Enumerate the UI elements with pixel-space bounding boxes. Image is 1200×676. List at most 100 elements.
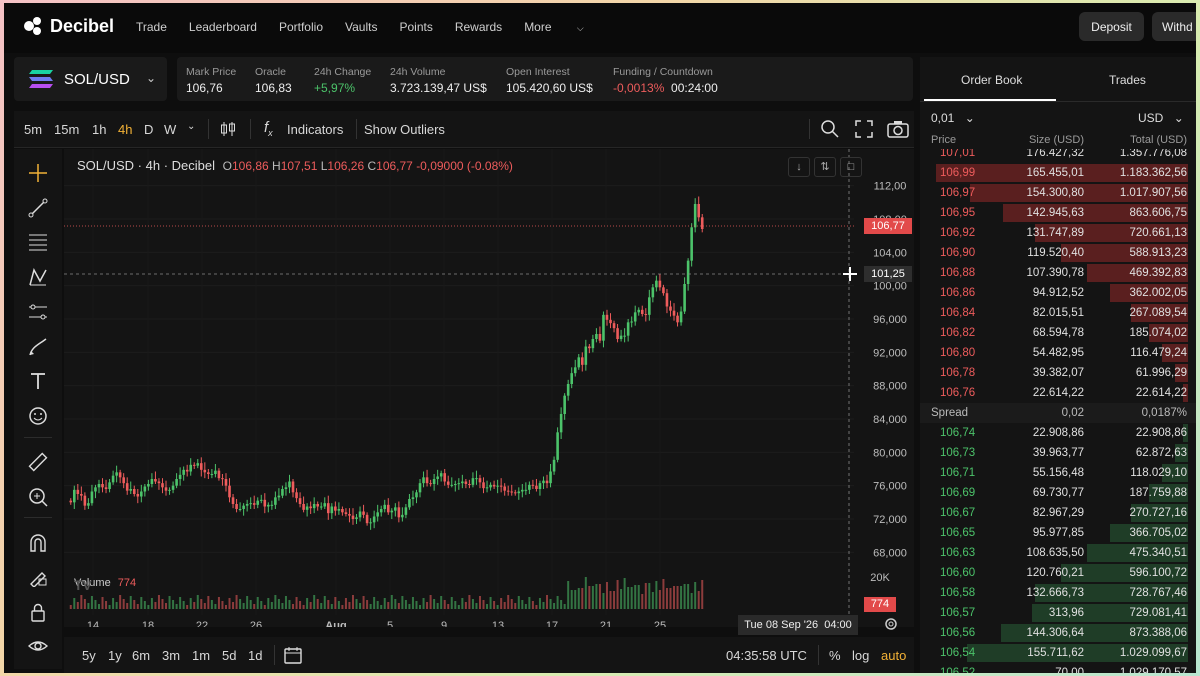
candle-body — [683, 284, 686, 312]
bid-row[interactable]: 106,71 55.156,48 118.029,10 — [920, 463, 1196, 483]
volume-bar — [186, 605, 189, 609]
show-outliers-button[interactable]: Show Outliers — [364, 122, 445, 137]
magnet-icon[interactable] — [28, 533, 48, 553]
range-1y[interactable]: 1y — [108, 648, 122, 663]
volume-bar — [165, 603, 168, 609]
nav-link-rewards[interactable]: Rewards — [455, 20, 502, 34]
range-5d[interactable]: 5d — [222, 648, 236, 663]
y-tick-label: 96,000 — [873, 314, 907, 326]
ask-row[interactable]: 106,97 154.300,80 1.017.907,56 — [920, 183, 1196, 203]
deposit-button[interactable]: Deposit — [1079, 12, 1144, 41]
zoom-in-icon[interactable] — [28, 487, 48, 507]
interval-15m[interactable]: 15m — [54, 122, 79, 137]
ask-row[interactable]: 106,84 82.015,51 267.089,54 — [920, 303, 1196, 323]
volume-bar — [549, 599, 552, 609]
eye-icon[interactable] — [28, 636, 48, 656]
candle-body — [69, 500, 73, 503]
lock-icon[interactable] — [28, 602, 48, 622]
range-1d[interactable]: 1d — [248, 648, 262, 663]
nav-link-vaults[interactable]: Vaults — [345, 20, 377, 34]
utc-clock[interactable]: 04:35:58 UTC — [726, 648, 807, 663]
bid-row[interactable]: 106,67 82.967,29 270.727,16 — [920, 503, 1196, 523]
brand-logo[interactable]: Decibel — [22, 15, 114, 37]
bid-row[interactable]: 106,56 144.306,64 873.388,06 — [920, 623, 1196, 643]
bid-row[interactable]: 106,74 22.908,86 22.908,86 — [920, 423, 1196, 443]
auto-toggle[interactable]: auto — [881, 648, 906, 663]
bid-row[interactable]: 106,54 155.711,62 1.029.099,67 — [920, 643, 1196, 663]
fullscreen-icon[interactable] — [855, 120, 873, 138]
volume-bar — [359, 603, 362, 609]
ask-row[interactable]: 107,01 176.427,32 1.357.776,08 — [920, 149, 1196, 163]
percent-toggle[interactable]: % — [829, 648, 841, 663]
nav-link-leaderboard[interactable]: Leaderboard — [189, 20, 257, 34]
range-5y[interactable]: 5y — [82, 648, 96, 663]
tab-order-book[interactable]: Order Book — [961, 73, 1022, 87]
bid-row[interactable]: 106,65 95.977,85 366.705,02 — [920, 523, 1196, 543]
maximize-pane-icon[interactable]: □ — [840, 157, 862, 177]
volume-bar — [620, 589, 623, 609]
range-3m[interactable]: 3m — [162, 648, 180, 663]
bid-row[interactable]: 106,73 39.963,77 62.872,63 — [920, 443, 1196, 463]
indicators-button[interactable]: Indicators — [287, 122, 343, 137]
range-6m[interactable]: 6m — [132, 648, 150, 663]
camera-icon[interactable] — [887, 120, 909, 138]
volume-bar — [334, 597, 337, 609]
bid-row[interactable]: 106,57 313,96 729.081,41 — [920, 603, 1196, 623]
calendar-icon[interactable] — [284, 646, 302, 664]
candle-body — [147, 484, 150, 487]
lock-draw-icon[interactable] — [28, 567, 48, 587]
projection-icon[interactable] — [28, 302, 48, 322]
toolbar-divider — [208, 119, 209, 139]
ask-row[interactable]: 106,86 94.912,52 362.002,05 — [920, 283, 1196, 303]
nav-link-portfolio[interactable]: Portfolio — [279, 20, 323, 34]
zoom-search-icon[interactable] — [820, 119, 840, 139]
ruler-icon[interactable] — [28, 452, 48, 472]
ask-row[interactable]: 106,76 22.614,22 22.614,22 — [920, 383, 1196, 403]
bid-row[interactable]: 106,69 69.730,77 187.759,88 — [920, 483, 1196, 503]
ask-row[interactable]: 106,95 142.945,63 863.606,75 — [920, 203, 1196, 223]
ask-row[interactable]: 106,90 119.520,40 588.913,23 — [920, 243, 1196, 263]
text-icon[interactable] — [28, 371, 48, 391]
interval-1h[interactable]: 1h — [92, 122, 106, 137]
bid-row[interactable]: 106,58 132.666,73 728.767,46 — [920, 583, 1196, 603]
trendline-icon[interactable] — [28, 198, 48, 218]
ask-row[interactable]: 106,78 39.382,07 61.996,29 — [920, 363, 1196, 383]
fib-lines-icon[interactable] — [28, 232, 48, 252]
interval-5m[interactable]: 5m — [24, 122, 42, 137]
currency-select[interactable]: USD ⌄ — [1138, 111, 1184, 125]
crosshair-icon[interactable] — [28, 163, 48, 183]
interval-w[interactable]: W — [164, 122, 176, 137]
ask-row[interactable]: 106,80 54.482,95 116.479,24 — [920, 343, 1196, 363]
settings-gear-icon[interactable] — [883, 616, 899, 632]
nav-link-trade[interactable]: Trade — [136, 20, 167, 34]
chevron-down-icon[interactable]: ⌄ — [187, 121, 195, 132]
brush-icon[interactable] — [28, 337, 48, 357]
log-toggle[interactable]: log — [852, 648, 869, 663]
nav-link-points[interactable]: Points — [399, 20, 432, 34]
candles-icon[interactable] — [219, 120, 237, 138]
tab-trades[interactable]: Trades — [1109, 73, 1146, 87]
nav-link-more[interactable]: More ⌵ — [524, 20, 606, 34]
pattern-icon[interactable] — [28, 267, 48, 287]
ask-row[interactable]: 106,99 165.455,01 1.183.362,56 — [920, 163, 1196, 183]
tick-size-select[interactable]: 0,01 ⌄ — [931, 111, 975, 125]
bid-row[interactable]: 106,63 108.635,50 475.340,51 — [920, 543, 1196, 563]
order-total: 62.872,63 — [1135, 447, 1187, 459]
withdraw-button[interactable]: Withd — [1152, 12, 1196, 41]
interval-d[interactable]: D — [144, 122, 153, 137]
candle-body — [563, 395, 566, 414]
interval-4h[interactable]: 4h — [118, 122, 132, 137]
ask-row[interactable]: 106,88 107.390,78 469.392,83 — [920, 263, 1196, 283]
collapse-icon[interactable]: ⇅ — [814, 157, 836, 177]
ask-row[interactable]: 106,82 68.594,78 185.074,02 — [920, 323, 1196, 343]
price-chart[interactable]: 112,00108,00104,00100,0096,00092,00088,0… — [64, 149, 914, 632]
arrow-down-icon[interactable]: ↓ — [788, 157, 810, 177]
chart-area[interactable]: 112,00108,00104,00100,0096,00092,00088,0… — [64, 149, 914, 635]
emoji-icon[interactable] — [28, 406, 48, 426]
range-1m[interactable]: 1m — [192, 648, 210, 663]
market-selector[interactable]: SOL/USD ⌄ — [14, 57, 167, 101]
ask-row[interactable]: 106,92 131.747,89 720.661,13 — [920, 223, 1196, 243]
order-total: 270.727,16 — [1129, 507, 1187, 519]
bid-row[interactable]: 106,52 70,00 1.029.170,57 — [920, 663, 1196, 673]
bid-row[interactable]: 106,60 120.760,21 596.100,72 — [920, 563, 1196, 583]
